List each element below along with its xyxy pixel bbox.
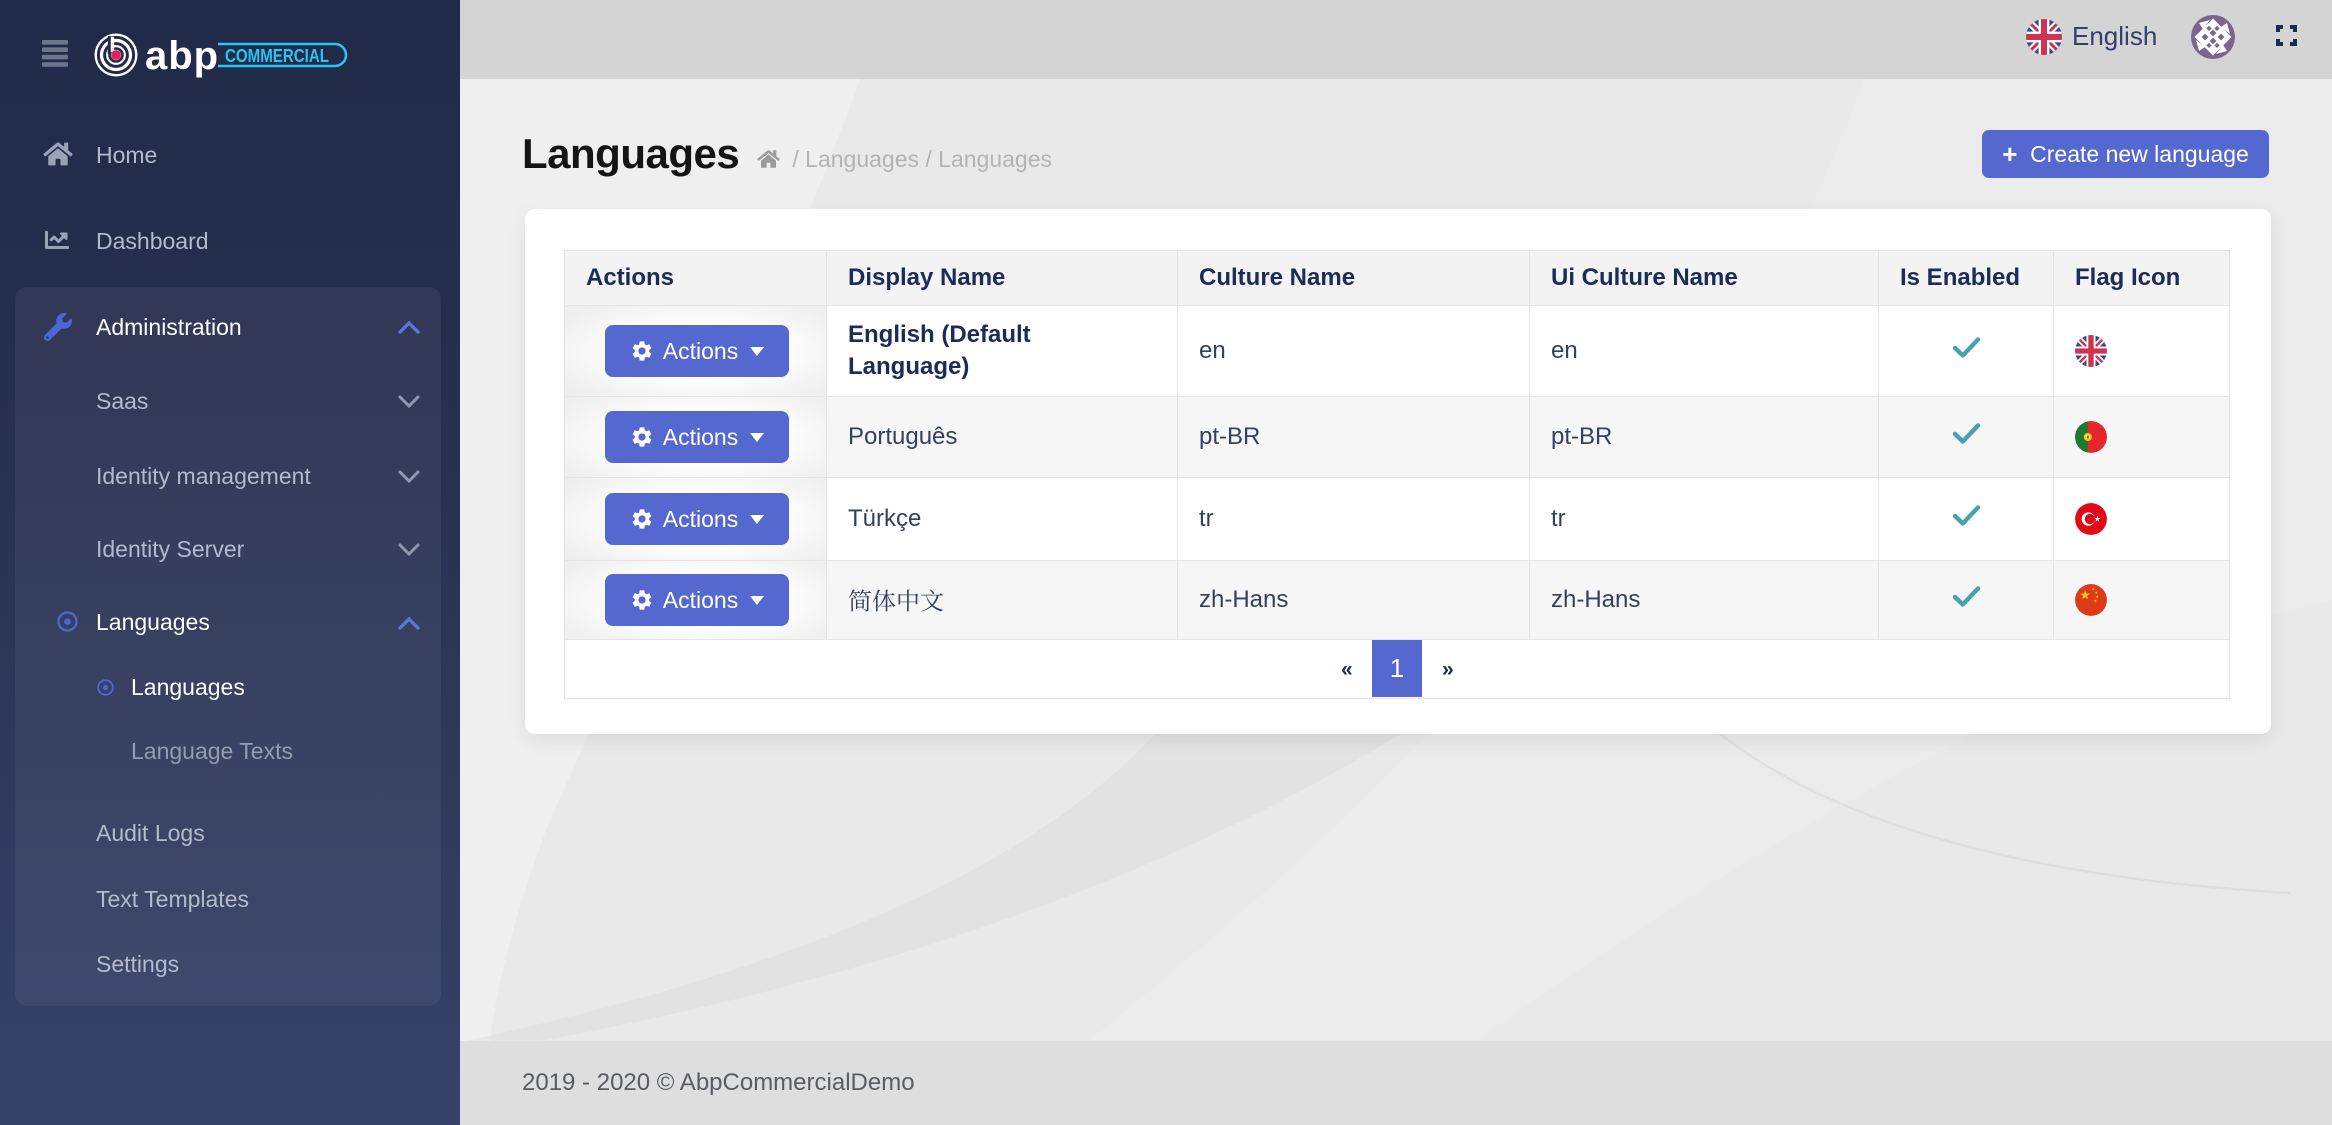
svg-text:abp: abp (145, 34, 219, 78)
svg-text:COMMERCIAL: COMMERCIAL (225, 46, 329, 66)
